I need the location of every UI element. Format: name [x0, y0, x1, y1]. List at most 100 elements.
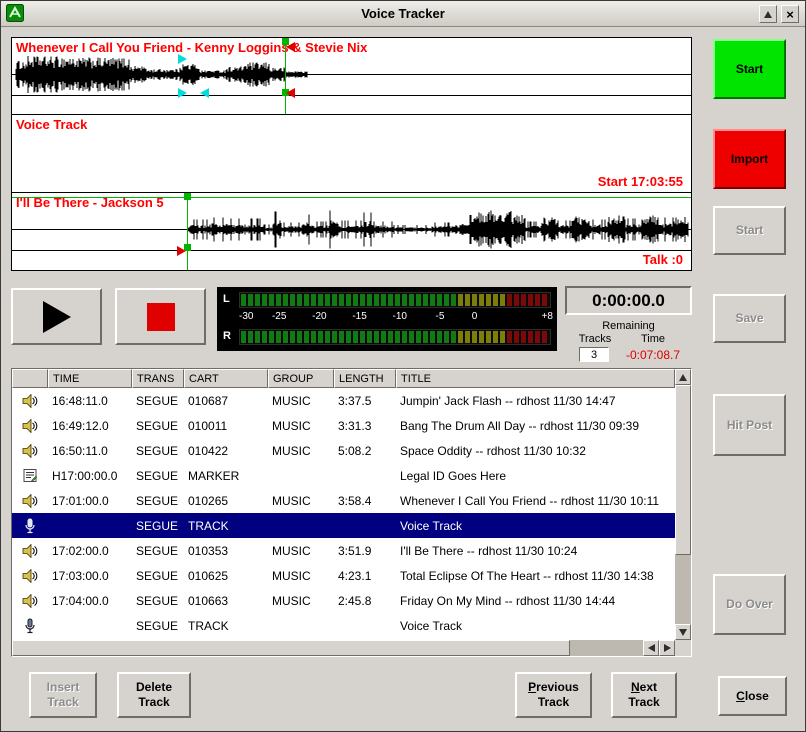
- vertical-scroll-thumb[interactable]: [675, 385, 691, 555]
- tracks-label: Tracks: [567, 333, 623, 345]
- meter-segment: [304, 294, 309, 306]
- meter-segment: [353, 294, 358, 306]
- column-header-cart[interactable]: CART: [184, 369, 268, 388]
- scroll-up-button[interactable]: [675, 369, 691, 385]
- arrow-up-icon: [679, 374, 687, 381]
- cell-trans: SEGUE: [132, 444, 184, 458]
- column-header-group[interactable]: GROUP: [268, 369, 334, 388]
- meter-segment: [423, 294, 428, 306]
- cell-time: 16:48:11.0: [48, 394, 132, 408]
- marker-handle[interactable]: [184, 193, 191, 200]
- meter-segment: [255, 294, 260, 306]
- cell-trans: SEGUE: [132, 594, 184, 608]
- edit-cursor-line[interactable]: [187, 193, 188, 270]
- cell-trans: SEGUE: [132, 469, 184, 483]
- stop-button[interactable]: [115, 288, 206, 345]
- cell-time: 17:03:00.0: [48, 569, 132, 583]
- talk-marker[interactable]: [200, 88, 209, 98]
- button-label: Track: [138, 695, 169, 710]
- import-button[interactable]: Import: [713, 129, 786, 189]
- speaker-icon: [12, 594, 48, 608]
- waveform-panel[interactable]: I'll Be There - Jackson 5 Talk :0: [11, 193, 692, 271]
- meter-segment: [458, 294, 463, 306]
- delete-track-button[interactable]: Delete Track: [117, 672, 191, 718]
- meter-segment: [290, 294, 295, 306]
- meter-segment: [381, 331, 386, 343]
- meter-segment: [507, 294, 512, 306]
- meter-segment: [255, 331, 260, 343]
- mic-icon: [12, 618, 48, 634]
- cell-time: 16:49:12.0: [48, 419, 132, 433]
- cell-title: Legal ID Goes Here: [396, 469, 675, 483]
- waveform-panel[interactable]: Whenever I Call You Friend - Kenny Loggi…: [11, 37, 692, 115]
- meter-segment: [374, 331, 379, 343]
- meter-segment: [367, 294, 372, 306]
- table-row[interactable]: 17:01:00.0SEGUE010265MUSIC3:58.4Whenever…: [12, 488, 675, 513]
- talk-marker[interactable]: [178, 54, 187, 64]
- cell-title: Voice Track: [396, 619, 675, 633]
- cell-title: Voice Track: [396, 519, 675, 533]
- column-header-icon[interactable]: [12, 369, 48, 388]
- start-record-button[interactable]: Start: [713, 39, 786, 99]
- cell-trans: SEGUE: [132, 394, 184, 408]
- close-button[interactable]: Close: [718, 676, 787, 716]
- cell-time: H17:00:00.0: [48, 469, 132, 483]
- play-button[interactable]: [11, 288, 102, 345]
- scroll-down-button[interactable]: [675, 624, 691, 640]
- cell-title: Friday On My Mind -- rdhost 11/30 14:44: [396, 594, 675, 608]
- table-row[interactable]: 17:03:00.0SEGUE010625MUSIC4:23.1Total Ec…: [12, 563, 675, 588]
- table-row[interactable]: 17:04:00.0SEGUE010663MUSIC2:45.8Friday O…: [12, 588, 675, 613]
- meter-segment: [248, 331, 253, 343]
- column-header-time[interactable]: TIME: [48, 369, 132, 388]
- cell-cart: MARKER: [184, 469, 268, 483]
- table-row[interactable]: H17:00:00.0SEGUEMARKER Legal ID Goes Here: [12, 463, 675, 488]
- segue-marker[interactable]: [286, 88, 295, 98]
- horizontal-scroll-thumb[interactable]: [12, 640, 570, 656]
- column-header-length[interactable]: LENGTH: [334, 369, 396, 388]
- table-row[interactable]: 16:50:11.0SEGUE010422MUSIC5:08.2Space Od…: [12, 438, 675, 463]
- meter-segment: [297, 331, 302, 343]
- waveform-panel[interactable]: Voice Track Start 17:03:55: [11, 115, 692, 193]
- meter-segment: [332, 294, 337, 306]
- meter-segment: [388, 331, 393, 343]
- do-over-button[interactable]: Do Over: [713, 574, 786, 635]
- meter-segment: [416, 331, 421, 343]
- meter-segment: [276, 294, 281, 306]
- meter-segment: [395, 294, 400, 306]
- meter-segment: [409, 294, 414, 306]
- shade-button[interactable]: [759, 5, 777, 23]
- meter-segment: [465, 331, 470, 343]
- close-window-button[interactable]: ×: [781, 5, 799, 23]
- insert-track-button[interactable]: Insert Track: [29, 672, 97, 718]
- talk-marker[interactable]: [178, 88, 187, 98]
- meter-segment: [535, 294, 540, 306]
- button-label: Track: [538, 695, 569, 710]
- table-row[interactable]: SEGUETRACKVoice Track: [12, 513, 675, 538]
- table-row[interactable]: 17:02:00.0SEGUE010353MUSIC3:51.9I'll Be …: [12, 538, 675, 563]
- button-label: lose: [745, 689, 769, 703]
- meter-segment: [514, 294, 519, 306]
- titlebar[interactable]: Voice Tracker ×: [1, 1, 805, 27]
- column-header-title[interactable]: TITLE: [396, 369, 675, 388]
- next-track-button[interactable]: Next Track: [611, 672, 677, 718]
- table-row[interactable]: SEGUETRACKVoice Track: [12, 613, 675, 638]
- meter-segment: [248, 294, 253, 306]
- meter-scale-label: -30: [239, 311, 253, 322]
- button-label: N: [631, 680, 640, 694]
- stop-icon: [147, 303, 175, 331]
- table-row[interactable]: 16:48:11.0SEGUE010687MUSIC3:37.5Jumpin' …: [12, 388, 675, 413]
- voice-tracker-window: Voice Tracker × Whenever I Call You Frie…: [0, 0, 806, 732]
- column-header-trans[interactable]: TRANS: [132, 369, 184, 388]
- previous-track-button[interactable]: Previous Track: [515, 672, 592, 718]
- scroll-right-button[interactable]: [659, 640, 675, 656]
- table-row[interactable]: 16:49:12.0SEGUE010011MUSIC3:31.3Bang The…: [12, 413, 675, 438]
- meter-segment: [388, 294, 393, 306]
- save-button[interactable]: Save: [713, 294, 786, 343]
- hit-post-button[interactable]: Hit Post: [713, 394, 786, 456]
- start-play-button[interactable]: Start: [713, 206, 786, 255]
- scroll-left-button[interactable]: [643, 640, 659, 656]
- segue-marker[interactable]: [177, 246, 186, 256]
- cell-title: Space Oddity -- rdhost 11/30 10:32: [396, 444, 675, 458]
- segue-marker[interactable]: [286, 42, 295, 52]
- window-title: Voice Tracker: [1, 6, 805, 21]
